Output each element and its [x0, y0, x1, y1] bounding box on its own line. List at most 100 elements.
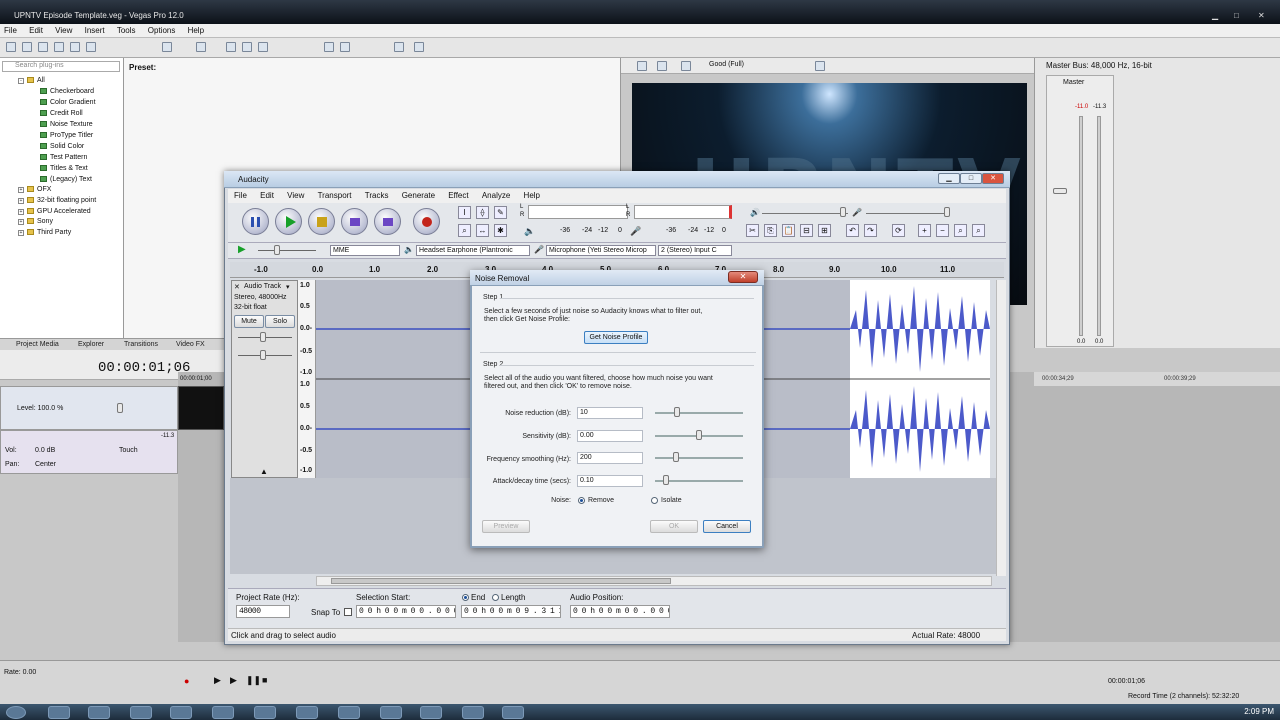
app-icon[interactable]	[338, 706, 360, 719]
snap-icon[interactable]	[324, 42, 334, 52]
app-icon[interactable]	[380, 706, 402, 719]
menu-tracks[interactable]: Tracks	[359, 189, 394, 200]
menu-analyze[interactable]: Analyze	[476, 189, 515, 200]
menu-effect[interactable]: Effect	[442, 189, 473, 200]
dialog-close-icon[interactable]: ✕	[728, 271, 758, 283]
expand-icon[interactable]: +	[18, 219, 24, 225]
automation-mode[interactable]: Touch	[119, 447, 138, 454]
audio-track-header[interactable]: Vol: 0.0 dB Touch Pan: Center -11.3	[0, 430, 178, 474]
zoom-tool-icon[interactable]: ⌕	[458, 224, 471, 237]
redo-icon[interactable]	[196, 42, 206, 52]
app-icon[interactable]	[254, 706, 276, 719]
plugin-search-input[interactable]: Search plug-ins	[2, 61, 120, 72]
output-volume-knob[interactable]	[840, 207, 846, 217]
copy-snapshot-icon[interactable]	[815, 61, 825, 71]
record-icon[interactable]: ●	[184, 676, 189, 686]
time-shift-tool-icon[interactable]: ↔	[476, 224, 489, 237]
frequency-smoothing-knob[interactable]	[673, 452, 680, 462]
new-icon[interactable]	[6, 42, 16, 52]
output-volume-slider[interactable]	[762, 213, 848, 214]
video-track-header[interactable]: Level: 100.0 %	[0, 386, 178, 430]
skip-end-button[interactable]	[374, 208, 401, 235]
audacity-taskbar-icon[interactable]	[502, 706, 524, 719]
cut-icon[interactable]: ✂	[746, 224, 759, 237]
track-control-panel[interactable]: ✕ Audio Track ▾ Stereo, 48000Hz 32-bit f…	[231, 280, 298, 478]
auto-ripple-icon[interactable]	[340, 42, 350, 52]
vegas-icon[interactable]	[420, 706, 442, 719]
draw-tool-icon[interactable]: ✎	[494, 206, 507, 219]
app-icon[interactable]	[462, 706, 484, 719]
tab-explorer[interactable]: Explorer	[78, 341, 104, 348]
cancel-button[interactable]: Cancel	[703, 520, 751, 533]
minimize-icon[interactable]: ▁	[1212, 11, 1222, 20]
master-fader[interactable]	[1053, 188, 1067, 194]
vegas-menu-help[interactable]: Help	[184, 24, 210, 35]
open-icon[interactable]	[22, 42, 32, 52]
properties-icon[interactable]	[54, 42, 64, 52]
envelope-tool-icon[interactable]: ⟠	[476, 206, 489, 219]
sync-lock-icon[interactable]: ⟳	[892, 224, 905, 237]
remove-radio[interactable]	[578, 497, 585, 504]
after-effects-icon[interactable]	[130, 706, 152, 719]
stop-button[interactable]	[308, 208, 335, 235]
expand-icon[interactable]: +	[18, 209, 24, 215]
play-speed-knob[interactable]	[274, 245, 280, 255]
horizontal-scrollbar[interactable]	[316, 576, 992, 586]
fit-selection-icon[interactable]: ⌕	[954, 224, 967, 237]
menu-help[interactable]: Help	[518, 189, 545, 200]
input-volume-knob[interactable]	[944, 207, 950, 217]
close-icon[interactable]: ✕	[982, 173, 1004, 184]
input-channels-select[interactable]: 2 (Stereo) Input C	[658, 245, 732, 256]
selection-start-field[interactable]: 0 0 h 0 0 m 0 0 . 0 0 0 s	[356, 605, 456, 618]
paste-icon[interactable]: 📋	[782, 224, 795, 237]
split-screen-icon[interactable]	[681, 61, 691, 71]
play-from-start-icon[interactable]: ▶	[230, 675, 237, 686]
pause-button[interactable]	[242, 208, 269, 235]
lock-icon[interactable]	[394, 42, 404, 52]
capture-icon[interactable]	[86, 42, 96, 52]
trim-icon[interactable]: ⊟	[800, 224, 813, 237]
sensitivity-knob[interactable]	[696, 430, 702, 440]
undo-icon[interactable]: ↶	[846, 224, 859, 237]
playback-meter[interactable]	[528, 205, 628, 219]
vertical-scrollbar[interactable]	[996, 280, 1006, 576]
preview-fx-icon[interactable]	[657, 61, 667, 71]
project-properties-icon[interactable]	[637, 61, 647, 71]
app-icon[interactable]	[212, 706, 234, 719]
pan-knob[interactable]	[260, 350, 266, 360]
vegas-menu-edit[interactable]: Edit	[25, 24, 49, 35]
track-close-icon[interactable]: ✕	[234, 283, 240, 291]
collapse-icon[interactable]: -	[18, 78, 24, 84]
length-radio[interactable]	[492, 594, 499, 601]
skip-start-button[interactable]	[341, 208, 368, 235]
input-device-select[interactable]: Microphone (Yeti Stereo Microp	[546, 245, 656, 256]
input-volume-slider[interactable]	[866, 213, 950, 214]
noise-reduction-slider[interactable]	[655, 412, 743, 414]
expand-icon[interactable]: +	[18, 187, 24, 193]
maximize-icon[interactable]: □	[960, 173, 982, 184]
snap-to-checkbox[interactable]	[344, 608, 352, 616]
envelope-tool-icon[interactable]	[242, 42, 252, 52]
redo-icon[interactable]: ↷	[864, 224, 877, 237]
vegas-menu-view[interactable]: View	[51, 24, 78, 35]
pause-icon[interactable]: ❚❚	[246, 675, 261, 686]
play-icon[interactable]: ▶	[214, 675, 221, 686]
close-icon[interactable]: ✕	[1258, 11, 1268, 20]
waveform-unselected-area[interactable]	[850, 280, 990, 478]
vegas-menu-tools[interactable]: Tools	[113, 24, 142, 35]
menu-edit[interactable]: Edit	[254, 189, 279, 200]
video-clip[interactable]	[178, 386, 224, 430]
frequency-smoothing-input[interactable]: 200	[577, 452, 643, 464]
selection-end-field[interactable]: 0 0 h 0 0 m 0 9 . 3 1 1 s	[461, 605, 561, 618]
menu-file[interactable]: File	[228, 189, 252, 200]
speaker-icon[interactable]: 🔈	[524, 226, 535, 237]
chevron-down-icon[interactable]: ▾	[286, 283, 290, 291]
silence-icon[interactable]: ⊞	[818, 224, 831, 237]
end-radio[interactable]	[462, 594, 469, 601]
render-icon[interactable]	[70, 42, 80, 52]
timeline-ruler[interactable]: 00:00:34;29 00:00:39;29	[1034, 372, 1280, 386]
play-button[interactable]	[275, 208, 302, 235]
amplitude-scale[interactable]: 1.0 0.5 0.0- -0.5 -1.0 1.0 0.5 0.0- -0.5…	[298, 280, 316, 478]
preview-button[interactable]: Preview	[482, 520, 530, 533]
frequency-smoothing-slider[interactable]	[655, 457, 743, 459]
